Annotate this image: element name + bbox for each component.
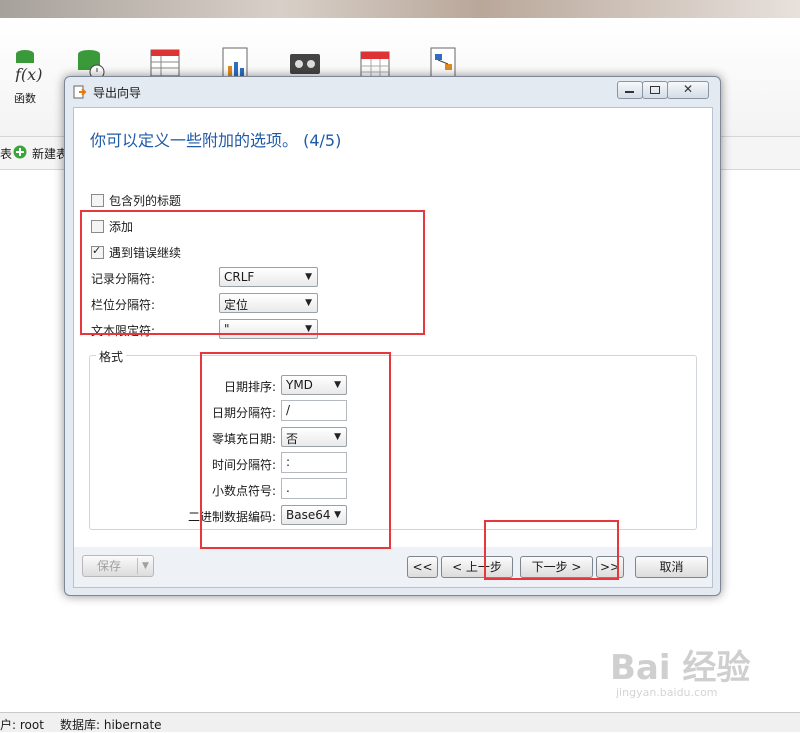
toolbar-fragment: 表 <box>0 147 13 161</box>
format-group: 格式 日期排序: YMD ▼ 日期分隔符: / 零填充日期: 否 ▼ 时间分隔符… <box>89 348 697 530</box>
page-heading: 你可以定义一些附加的选项。 (4/5) <box>90 131 342 150</box>
function-icon: f(x) <box>7 46 43 84</box>
export-wizard-dialog: 导出向导 ✕ 你可以定义一些附加的选项。 (4/5) 包含列的标题 添加 遇到错… <box>64 76 721 596</box>
ribbon-function-button[interactable]: f(x) 函数 <box>0 46 52 106</box>
svg-text:f(x): f(x) <box>14 65 42 82</box>
maximize-icon <box>650 86 660 94</box>
minimize-icon <box>625 91 634 93</box>
status-user: 户: root <box>0 718 44 732</box>
highlight-box-options <box>80 210 425 335</box>
save-label: 保存 <box>97 559 122 573</box>
format-caption: 格式 <box>96 348 127 365</box>
cancel-button[interactable]: 取消 <box>635 556 708 578</box>
new-table-button[interactable]: 新建表 <box>32 145 68 162</box>
export-wizard-icon <box>73 85 87 99</box>
status-database: 数据库: hibernate <box>60 718 162 732</box>
minimize-button[interactable] <box>617 81 643 99</box>
highlight-box-next <box>484 520 619 580</box>
split-divider <box>137 558 138 574</box>
close-button[interactable]: ✕ <box>667 81 709 99</box>
dialog-titlebar[interactable]: 导出向导 ✕ <box>65 77 720 107</box>
ribbon-function-label: 函数 <box>14 92 36 105</box>
dialog-title: 导出向导 <box>93 86 142 100</box>
chevron-down-icon: ▼ <box>142 561 149 571</box>
maximize-button[interactable] <box>642 81 668 99</box>
first-step-button[interactable]: << <box>407 556 438 578</box>
watermark-url: jingyan.baidu.com <box>616 686 718 699</box>
highlight-box-format <box>200 352 391 549</box>
close-icon: ✕ <box>683 82 694 96</box>
include-headers-label: 包含列的标题 <box>109 193 182 208</box>
include-headers-checkbox[interactable]: 包含列的标题 <box>91 192 181 208</box>
add-icon <box>13 145 27 159</box>
app-title-strip <box>0 0 800 18</box>
save-button[interactable]: 保存 ▼ <box>82 555 154 577</box>
app-statusbar: 户: root 数据库: hibernate <box>0 712 800 732</box>
watermark-brand: Bai 经验 <box>610 648 751 688</box>
include-headers-box[interactable] <box>91 193 104 207</box>
